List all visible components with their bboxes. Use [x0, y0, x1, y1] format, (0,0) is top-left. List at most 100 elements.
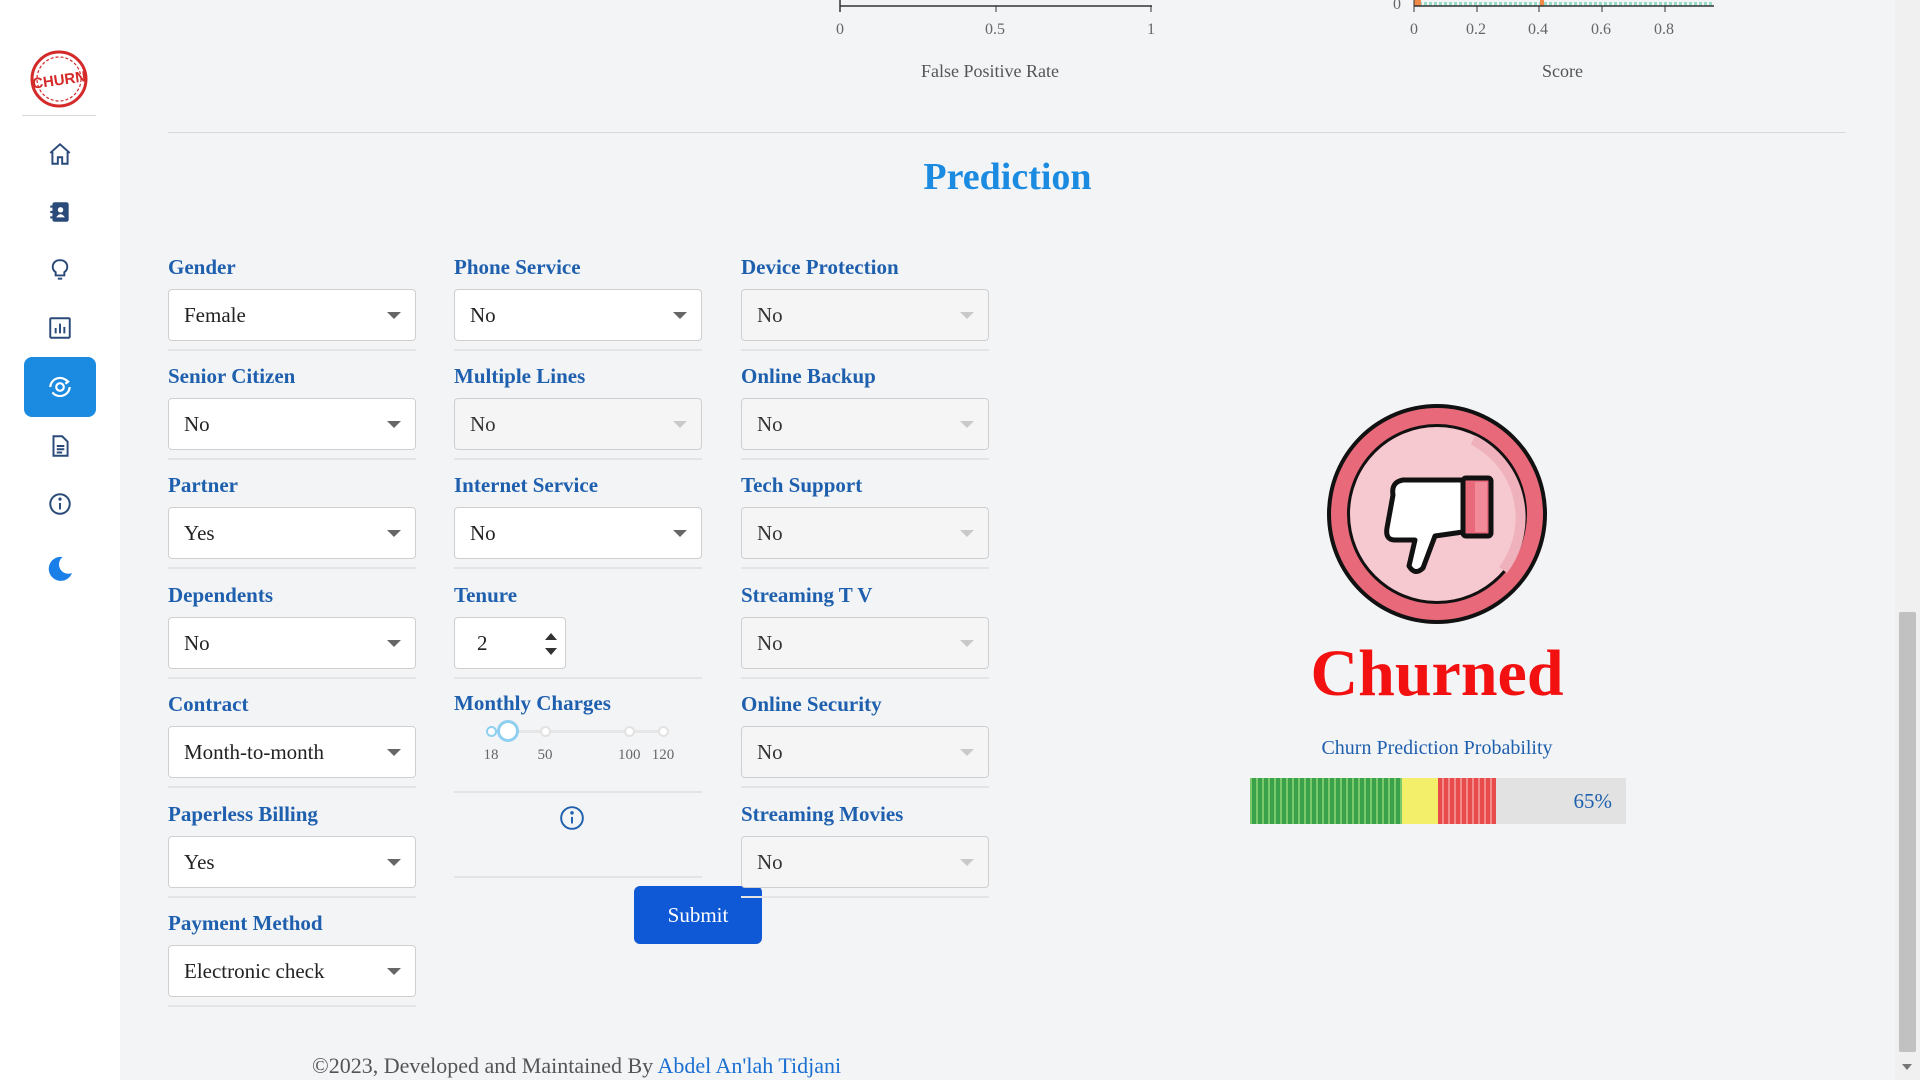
- probability-stripe: [1334, 778, 1336, 824]
- churn-logo[interactable]: CHURN: [28, 48, 90, 110]
- senior-citizen-select[interactable]: No: [168, 398, 416, 450]
- field-label: Dependents: [168, 583, 274, 607]
- theme-toggle[interactable]: [24, 540, 96, 598]
- probability-stripe: [1474, 778, 1476, 824]
- probability-stripe: [1352, 778, 1354, 824]
- probability-stripe: [1374, 778, 1376, 824]
- device-protection-select[interactable]: No: [741, 289, 989, 341]
- field-divider: [454, 567, 702, 569]
- probability-stripe: [1462, 778, 1464, 824]
- probability-stripe: [1360, 778, 1362, 824]
- paperless-billing-select[interactable]: Yes: [168, 836, 416, 888]
- scrollbar[interactable]: [1895, 0, 1920, 1080]
- multiple-lines-select[interactable]: No: [454, 398, 702, 450]
- probability-stripe: [1430, 778, 1432, 824]
- sidebar-item-insights[interactable]: [24, 241, 96, 299]
- probability-fill: [1250, 778, 1496, 824]
- select-value: Month-to-month: [184, 740, 324, 764]
- field-divider: [741, 458, 989, 460]
- hist-x-axis-label: Score: [1542, 61, 1583, 81]
- probability-stripe: [1418, 778, 1420, 824]
- probability-stripe: [1394, 778, 1396, 824]
- senior-citizen-field: Senior Citizen No: [168, 362, 416, 460]
- caret-down-icon: [673, 312, 687, 319]
- sidebar-item-charts[interactable]: [24, 299, 96, 357]
- probability-stripe: [1294, 778, 1296, 824]
- author-link[interactable]: Abdel An'lah Tidjani: [657, 1053, 841, 1078]
- probability-stripe: [1488, 778, 1490, 824]
- probability-stripe: [1434, 778, 1436, 824]
- sidebar-item-home[interactable]: [24, 125, 96, 183]
- caret-down-icon: [960, 312, 974, 319]
- internet-service-field: Internet Service No: [454, 471, 702, 569]
- gender-select[interactable]: Female: [168, 289, 416, 341]
- select-value: No: [184, 631, 210, 655]
- home-icon: [49, 142, 71, 165]
- streaming-movies-select[interactable]: No: [741, 836, 989, 888]
- scroll-thumb[interactable]: [1899, 612, 1916, 1052]
- probability-stripe: [1312, 778, 1314, 824]
- dependents-select[interactable]: No: [168, 617, 416, 669]
- probability-stripe: [1336, 778, 1338, 824]
- spin-up-icon[interactable]: [545, 633, 557, 640]
- sidebar-item-about[interactable]: [24, 475, 96, 533]
- sidebar-item-contacts[interactable]: [24, 183, 96, 241]
- multiple-lines-field: Multiple Lines No: [454, 362, 702, 460]
- probability-stripe: [1254, 778, 1256, 824]
- probability-stripe: [1344, 778, 1346, 824]
- probability-stripe: [1296, 778, 1298, 824]
- probability-stripe: [1330, 778, 1332, 824]
- probability-stripe: [1494, 778, 1496, 824]
- payment-method-field: Payment Method Electronic check: [168, 909, 416, 1007]
- tenure-input[interactable]: 2: [454, 617, 566, 669]
- monthly-charges-slider[interactable]: [486, 720, 669, 742]
- field-label: Internet Service: [454, 473, 599, 497]
- field-divider: [454, 349, 702, 351]
- select-value: Yes: [184, 850, 215, 874]
- probability-stripe: [1492, 778, 1494, 824]
- probability-stripe: [1466, 778, 1468, 824]
- tenure-value: 2: [477, 631, 488, 655]
- online-security-select[interactable]: No: [741, 726, 989, 778]
- tech-support-select[interactable]: No: [741, 507, 989, 559]
- tenure-field: Tenure 2: [454, 581, 702, 679]
- internet-service-select[interactable]: No: [454, 507, 702, 559]
- sidebar-item-prediction[interactable]: [24, 357, 96, 417]
- probability-stripe: [1482, 778, 1484, 824]
- sidebar-item-docs[interactable]: [24, 417, 96, 475]
- online-backup-select[interactable]: No: [741, 398, 989, 450]
- contract-select[interactable]: Month-to-month: [168, 726, 416, 778]
- probability-stripe: [1322, 778, 1324, 824]
- probability-stripe: [1446, 778, 1448, 824]
- prediction-result: Churned: [1310, 637, 1564, 710]
- probability-stripe: [1298, 778, 1300, 824]
- info-icon[interactable]: [559, 805, 585, 831]
- field-label: Device Protection: [741, 255, 899, 279]
- streaming-tv-select[interactable]: No: [741, 617, 989, 669]
- probability-stripe: [1410, 778, 1412, 824]
- select-value: No: [470, 521, 496, 545]
- sidebar-divider: [22, 115, 96, 116]
- probability-stripe: [1284, 778, 1286, 824]
- slider-handle[interactable]: [496, 720, 519, 742]
- field-divider: [168, 896, 416, 898]
- phone-service-select[interactable]: No: [454, 289, 702, 341]
- scroll-down-arrow-icon[interactable]: [1902, 1064, 1912, 1070]
- field-divider: [168, 677, 416, 679]
- partner-select[interactable]: Yes: [168, 507, 416, 559]
- roc-tick-label: 1: [1147, 21, 1155, 38]
- caret-down-icon: [387, 421, 401, 428]
- slider-mark-dot: [624, 726, 636, 737]
- dependents-field: Dependents No: [168, 581, 416, 679]
- thumbs-down-icon: [1323, 400, 1551, 628]
- probability-stripe: [1332, 778, 1334, 824]
- phone-service-field: Phone Service No: [454, 253, 702, 351]
- probability-stripe: [1290, 778, 1292, 824]
- probability-stripe: [1458, 778, 1460, 824]
- probability-stripe: [1450, 778, 1452, 824]
- slider-mark-label: 100: [618, 747, 641, 763]
- probability-stripe: [1414, 778, 1416, 824]
- payment-method-select[interactable]: Electronic check: [168, 945, 416, 997]
- field-divider: [454, 876, 702, 878]
- spin-down-icon[interactable]: [545, 648, 557, 655]
